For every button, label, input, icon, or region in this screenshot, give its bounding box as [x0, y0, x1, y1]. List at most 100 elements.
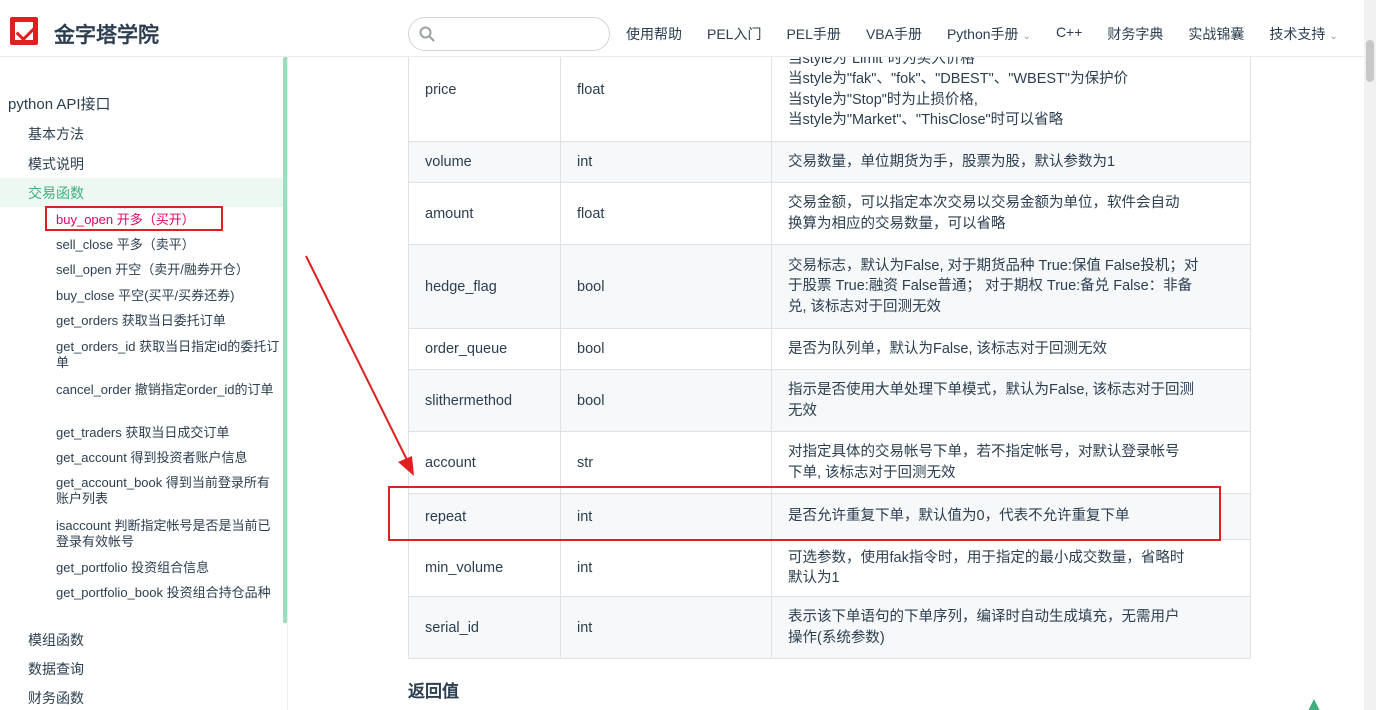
description-line: 当style为"Limit"时为买入价格: [788, 57, 975, 67]
description-line: 默认为1: [788, 570, 840, 586]
sidebar-item[interactable]: get_portfolio 投资组合信息: [56, 560, 282, 576]
param-name: serial_id: [408, 596, 561, 659]
nav-item-label: PEL手册: [786, 26, 841, 42]
param-type: float: [560, 182, 772, 245]
sidebar-item[interactable]: sell_close 平多（卖平）: [56, 237, 282, 253]
sidebar-section[interactable]: 数据查询: [28, 659, 84, 679]
nav-item-label: 技术支持: [1269, 26, 1326, 42]
nav-item[interactable]: PEL手册: [786, 24, 840, 44]
nav-item-label: 使用帮助: [626, 26, 682, 42]
table-row: volume int 交易数量，单位期货为手，股票为股，默认参数为1: [408, 141, 1251, 183]
sidebar-section[interactable]: 模组函数: [28, 630, 84, 650]
param-name: slithermethod: [408, 369, 561, 432]
param-name: order_queue: [408, 328, 561, 370]
search-icon: [419, 26, 435, 42]
param-type: int: [560, 596, 772, 659]
param-description: 交易数量，单位期货为手，股票为股，默认参数为1: [771, 141, 1251, 183]
param-type: bool: [560, 328, 772, 370]
nav-item[interactable]: 财务字典: [1107, 24, 1163, 44]
description-line: 于股票 True:融资 False普通； 对于期权 True:备兑 False：…: [788, 278, 1193, 295]
site-title[interactable]: 金字塔学院: [54, 19, 159, 49]
top-header: 金字塔学院 使用帮助 PEL入门 PEL手册 VBA手册 Python手册 ⌄ C++ 财务字…: [0, 0, 1376, 710]
param-description: 可选参数，使用fak指令时，用于指定的最小成交数量，省略时 默认为1: [771, 539, 1251, 597]
search-box[interactable]: [408, 17, 610, 51]
sidebar-item[interactable]: isaccount 判断指定帐号是否是当前已登录有效帐号: [56, 518, 282, 550]
nav-item[interactable]: VBA手册: [866, 24, 922, 44]
description-line: 交易数量，单位期货为手，股票为股，默认参数为1: [788, 153, 1116, 170]
site-logo-icon[interactable]: [10, 17, 38, 45]
main-content: price float 当style为"Limit"时为买入价格 当style为"fa…: [288, 57, 1364, 710]
sidebar-item[interactable]: get_portfolio_book 投资组合持仓品种: [56, 585, 282, 601]
nav-item-label: PEL入门: [707, 26, 762, 42]
nav-item[interactable]: 实战锦囊: [1188, 24, 1244, 44]
nav-item[interactable]: 使用帮助: [626, 24, 682, 44]
description-line: 当style为"fak"、"fok"、"DBEST"、"WBEST"为保护价: [788, 71, 1129, 87]
chevron-down-icon: ⌄: [1022, 31, 1031, 42]
nav-item[interactable]: C++: [1056, 24, 1082, 44]
description-line: 是否为队列单，默认为False, 该标志对于回测无效: [788, 340, 1108, 357]
sidebar-section[interactable]: 基本方法: [28, 124, 84, 144]
description-line: 交易标志，默认为False, 对于期货品种 True:保值 False投机；对: [788, 257, 1199, 274]
sidebar: python API接口 基本方法 模式说明 交易函数 buy_open 开多（买开…: [0, 57, 288, 710]
page-scrollbar[interactable]: [1364, 0, 1376, 710]
description-line: 下单, 该标志对于回测无效: [788, 464, 956, 481]
param-name: price: [408, 57, 561, 142]
sidebar-item[interactable]: sell_open 开空（卖开/融券开仓）: [56, 262, 282, 278]
description-line: 换算为相应的交易数量，可以省略: [788, 215, 1006, 232]
description-line: 对指定具体的交易帐号下单，若不指定帐号，对默认登录帐号: [788, 444, 1180, 460]
description-line: 可选参数，使用fak指令时，用于指定的最小成交数量，省略时: [788, 549, 1185, 566]
params-table: price float 当style为"Limit"时为买入价格 当style为"fa…: [408, 57, 1251, 659]
nav-item-label: VBA手册: [865, 26, 922, 42]
param-name: account: [408, 431, 561, 494]
nav-item-label: 实战锦囊: [1188, 26, 1245, 42]
nav-item-label: 财务字典: [1107, 26, 1164, 42]
back-to-top-icon[interactable]: [1308, 699, 1320, 710]
nav-item[interactable]: Python手册 ⌄: [947, 24, 1031, 44]
sidebar-item[interactable]: get_account 得到投资者账户信息: [56, 450, 282, 466]
current-item-highlight-box: [45, 206, 223, 231]
table-row: price float 当style为"Limit"时为买入价格 当style为"fa…: [408, 57, 1251, 142]
return-value-heading: 返回值: [408, 682, 459, 701]
table-row: slithermethod bool 指示是否使用大单处理下单模式，默认为False…: [408, 369, 1251, 432]
param-name: min_volume: [408, 539, 561, 597]
chevron-down-icon: ⌄: [1329, 31, 1338, 42]
description-line: 操作(系统参数): [788, 629, 885, 646]
sidebar-item[interactable]: cancel_order 撤销指定order_id的订单: [56, 382, 282, 398]
sidebar-section[interactable]: 交易函数: [28, 183, 84, 203]
param-description: 交易金额，可以指定本次交易以交易金额为单位，软件会自动 换算为相应的交易数量，可以…: [771, 182, 1251, 245]
param-description: 指示是否使用大单处理下单模式，默认为False, 该标志对于回测 无效: [771, 369, 1251, 432]
param-type: int: [560, 141, 772, 183]
description-line: 当style为"Market"、"ThisClose"时可以省略: [788, 112, 1064, 128]
search-input[interactable]: [443, 24, 603, 44]
sidebar-group-title[interactable]: python API接口: [8, 93, 111, 114]
param-description: 交易标志，默认为False, 对于期货品种 True:保值 False投机；对于…: [771, 244, 1251, 329]
param-name: hedge_flag: [408, 244, 561, 329]
param-type: int: [560, 539, 772, 597]
param-description: 当style为"Limit"时为买入价格当style为"fak"、"fok"、"…: [771, 57, 1251, 142]
sidebar-item[interactable]: get_account_book 得到当前登录所有账户列表: [56, 475, 282, 507]
description-line: 交易金额，可以指定本次交易以交易金额为单位，软件会自动: [788, 195, 1180, 211]
nav-item[interactable]: PEL入门: [707, 24, 761, 44]
sidebar-item[interactable]: get_orders_id 获取当日指定id的委托订单: [56, 339, 282, 371]
param-description: 表示该下单语句的下单序列，编译时自动生成填充，无需用户 操作(系统参数): [771, 596, 1251, 659]
nav-item[interactable]: 技术支持 ⌄: [1269, 24, 1337, 44]
nav-item-label: C++: [1055, 24, 1083, 40]
table-row: serial_id int 表示该下单语句的下单序列，编译时自动生成填充，无需用户操…: [408, 596, 1251, 659]
param-type: bool: [560, 244, 772, 329]
repeat-row-highlight-box: [388, 486, 1221, 541]
description-line: 兑, 该标志对于回测无效: [788, 298, 942, 315]
param-type: str: [560, 431, 772, 494]
param-type: float: [560, 57, 772, 142]
page-scrollbar-thumb[interactable]: [1366, 40, 1374, 82]
description-line: 当style为"Stop"时为止损价格,: [788, 91, 978, 108]
sidebar-item[interactable]: buy_close 平空(买平/买券还券): [56, 288, 282, 304]
param-description: 是否为队列单，默认为False, 该标志对于回测无效: [771, 328, 1251, 370]
nav-item-label: Python手册: [946, 26, 1019, 42]
sidebar-section[interactable]: 财务函数: [28, 688, 84, 708]
param-description: 对指定具体的交易帐号下单，若不指定帐号，对默认登录帐号 下单, 该标志对于回测无效: [771, 431, 1251, 494]
sidebar-section[interactable]: 模式说明: [28, 154, 84, 174]
table-row: order_queue bool 是否为队列单，默认为False, 该标志对于回测无…: [408, 328, 1251, 370]
sidebar-item[interactable]: get_orders 获取当日委托订单: [56, 313, 282, 329]
table-row: min_volume int 可选参数，使用fak指令时，用于指定的最小成交数量，省…: [408, 539, 1251, 597]
sidebar-item[interactable]: get_traders 获取当日成交订单: [56, 425, 282, 441]
